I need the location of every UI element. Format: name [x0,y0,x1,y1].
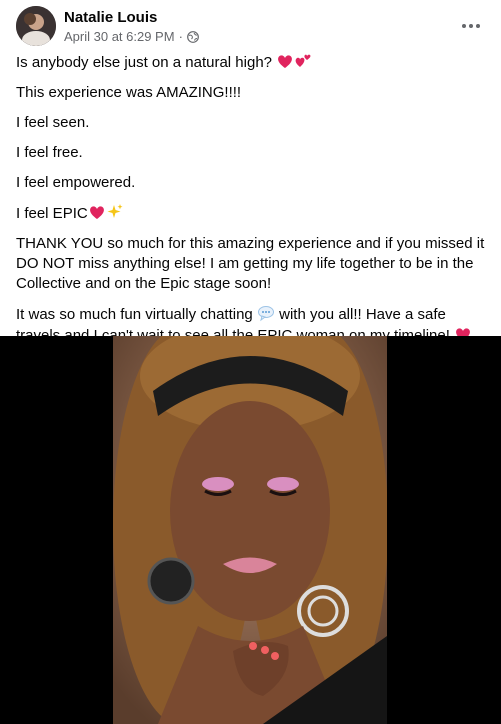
paragraph-text: Is anybody else just on a natural high? [16,54,273,71]
post-paragraph: Is anybody else just on a natural high? [16,52,485,73]
post-text: Is anybody else just on a natural high? … [16,52,485,356]
post-paragraph: I feel empowered. [16,173,485,193]
post-paragraph: I feel free. [16,143,485,163]
post-paragraph: This experience was AMAZING!!!! [16,83,485,103]
paragraph-text: I feel seen. [16,114,90,131]
more-options-icon [462,24,480,28]
paragraph-text: I feel EPIC [16,205,88,222]
paragraph-text: This experience was AMAZING!!!! [16,84,242,101]
photo-image [113,336,387,724]
post-timestamp[interactable]: April 30 at 6:29 PM [64,29,175,44]
post-media[interactable] [0,336,501,724]
author-avatar[interactable] [16,6,56,46]
sparkles-icon [107,204,123,218]
speech-balloon-icon [257,306,274,322]
globe-icon[interactable] [187,30,199,43]
author-name[interactable]: Natalie Louis [64,9,157,26]
more-options-button[interactable] [457,12,485,40]
post-header: Natalie Louis April 30 at 6:29 PM · [16,6,489,46]
facebook-post: Natalie Louis April 30 at 6:29 PM · Is a… [0,0,501,724]
post-paragraph: I feel seen. [16,113,485,133]
two-hearts-icon [295,54,311,67]
post-meta: April 30 at 6:29 PM · [64,29,199,44]
paragraph-text: I feel empowered. [16,174,136,191]
heart-exclamation-icon [89,206,104,219]
post-photo[interactable] [113,336,387,724]
paragraph-text: It was so much fun virtually chatting [16,306,253,323]
post-paragraph: I feel EPIC [16,203,485,224]
post-paragraph: THANK YOU so much for this amazing exper… [16,234,485,294]
paragraph-text: THANK YOU so much for this amazing exper… [16,235,485,292]
meta-separator: · [178,29,183,44]
heart-exclamation-icon [278,55,293,68]
paragraph-text: I feel free. [16,144,83,161]
avatar-image [16,6,56,46]
